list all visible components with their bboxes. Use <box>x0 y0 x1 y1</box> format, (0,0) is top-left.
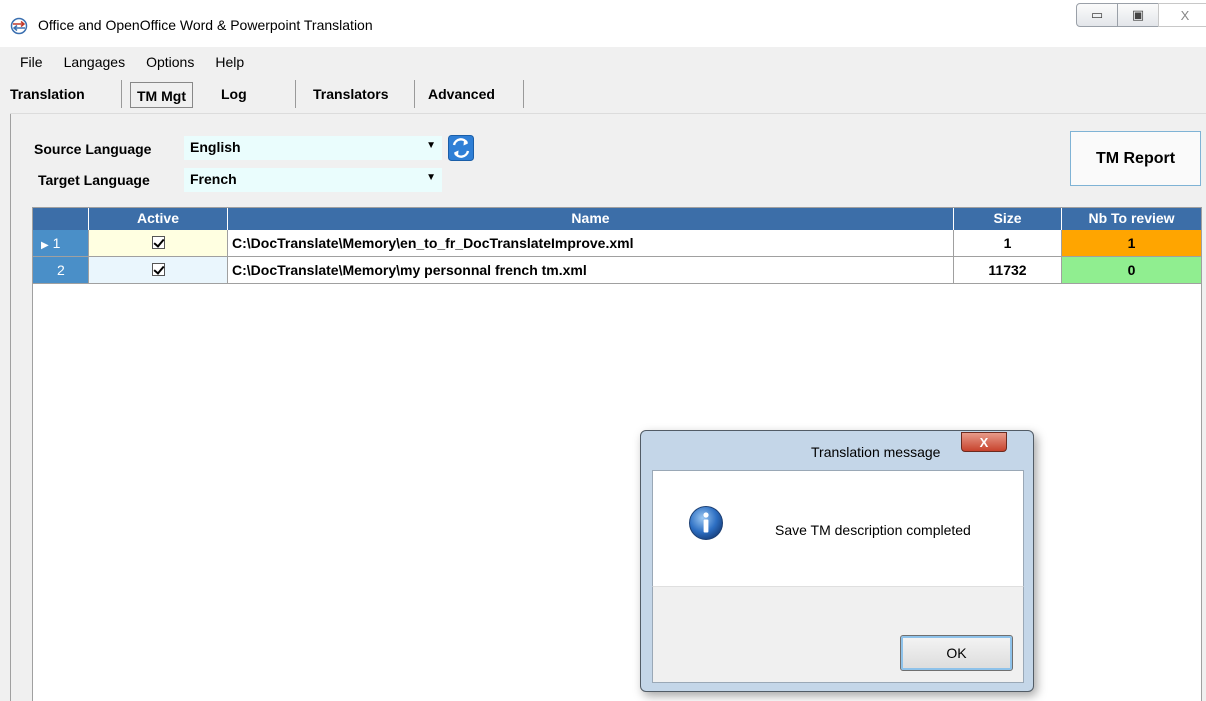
target-language-select[interactable]: French ▼ <box>184 168 442 192</box>
menu-help[interactable]: Help <box>205 50 255 76</box>
active-checkbox[interactable] <box>151 263 165 276</box>
row-index: 2 <box>57 262 65 278</box>
application-window: Office and OpenOffice Word & Powerpoint … <box>0 0 1206 701</box>
info-icon <box>689 506 723 540</box>
minimize-button[interactable]: ▭ <box>1076 3 1118 27</box>
menu-file[interactable]: File <box>10 50 54 76</box>
window-controls: ▭ ▣ X <box>1076 3 1206 31</box>
tab-separator <box>414 80 415 108</box>
minimize-icon: ▭ <box>1090 7 1104 22</box>
table-row[interactable]: ▶ 1 C:\DocTranslate\Memory\en_to_fr_DocT… <box>33 230 1201 257</box>
tab-bar: Translation TM Mgt Log Translators Advan… <box>10 76 1206 114</box>
menu-langages[interactable]: Langages <box>54 50 137 76</box>
name-cell[interactable]: C:\DocTranslate\Memory\my personnal fren… <box>228 257 954 284</box>
tab-translators[interactable]: Translators <box>313 76 388 110</box>
dropdown-arrow-icon: ▼ <box>426 140 436 151</box>
target-language-label: Target Language <box>38 172 150 188</box>
ok-button[interactable]: OK <box>900 635 1013 671</box>
close-icon: X <box>1180 7 1190 23</box>
row-index: 1 <box>52 235 61 251</box>
size-cell[interactable]: 11732 <box>954 257 1062 284</box>
tab-separator <box>295 80 296 108</box>
swap-languages-icon[interactable] <box>448 135 474 161</box>
tab-tm-mgt[interactable]: TM Mgt <box>130 82 193 108</box>
current-row-icon: ▶ <box>41 240 49 251</box>
nb-to-review-cell[interactable]: 1 <box>1062 230 1201 257</box>
tab-translation[interactable]: Translation <box>10 76 85 110</box>
dropdown-arrow-icon: ▼ <box>426 172 436 183</box>
header-rowheader <box>33 208 89 230</box>
name-cell[interactable]: C:\DocTranslate\Memory\en_to_fr_DocTrans… <box>228 230 954 257</box>
dialog-message: Save TM description completed <box>775 522 971 538</box>
close-icon: X <box>979 434 989 450</box>
active-cell[interactable] <box>89 230 228 257</box>
dialog-body: Save TM description completed <box>652 470 1024 586</box>
translation-message-dialog: Translation message X Save TM descriptio… <box>640 430 1034 692</box>
dialog-footer: OK <box>652 586 1024 683</box>
header-active[interactable]: Active <box>89 208 228 230</box>
app-icon <box>10 17 28 35</box>
nb-to-review-cell[interactable]: 0 <box>1062 257 1201 284</box>
grid-header: Active Name Size Nb To review <box>33 208 1201 230</box>
header-name[interactable]: Name <box>228 208 954 230</box>
header-size[interactable]: Size <box>954 208 1062 230</box>
source-language-label: Source Language <box>34 141 152 157</box>
title-bar: Office and OpenOffice Word & Powerpoint … <box>0 0 1206 47</box>
tm-report-button[interactable]: TM Report <box>1070 131 1201 186</box>
maximize-icon: ▣ <box>1131 7 1145 22</box>
size-cell[interactable]: 1 <box>954 230 1062 257</box>
source-language-select[interactable]: English ▼ <box>184 136 442 160</box>
header-nb-to-review[interactable]: Nb To review <box>1062 208 1201 230</box>
target-language-value: French <box>190 171 237 187</box>
table-row[interactable]: 2 C:\DocTranslate\Memory\my personnal fr… <box>33 257 1201 284</box>
tab-advanced[interactable]: Advanced <box>428 76 495 110</box>
active-cell[interactable] <box>89 257 228 284</box>
close-button[interactable]: X <box>1158 3 1206 27</box>
tab-log[interactable]: Log <box>221 76 247 110</box>
tab-separator <box>121 80 122 108</box>
window-title: Office and OpenOffice Word & Powerpoint … <box>38 17 373 33</box>
dialog-title: Translation message <box>811 444 941 460</box>
menu-options[interactable]: Options <box>136 50 205 76</box>
tab-separator <box>523 80 524 108</box>
dialog-close-button[interactable]: X <box>961 432 1007 452</box>
row-header[interactable]: 2 <box>33 257 89 284</box>
row-header[interactable]: ▶ 1 <box>33 230 89 257</box>
active-checkbox[interactable] <box>151 236 165 249</box>
maximize-button[interactable]: ▣ <box>1117 3 1159 27</box>
source-language-value: English <box>190 139 241 155</box>
menu-bar: File Langages Options Help <box>10 50 1206 76</box>
